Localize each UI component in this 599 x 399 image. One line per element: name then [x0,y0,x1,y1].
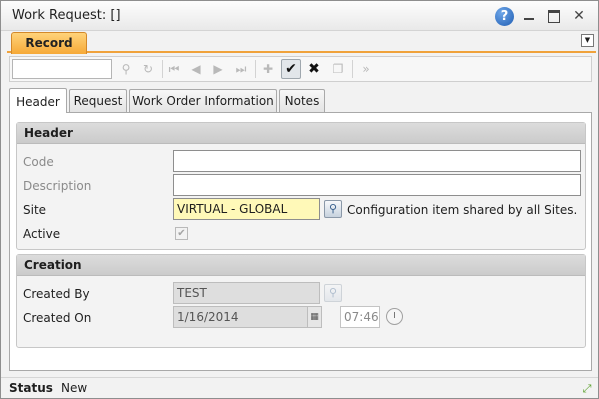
last-record-icon[interactable]: ⏭ [231,59,251,79]
calendar-icon: ▦ [307,307,321,327]
toolbar-separator [255,60,256,78]
work-request-window: Work Request: [] ? ✕ Record ▼ ⚲ ↻ ⏮ ◀ ▶ … [0,0,599,399]
active-label: Active [23,227,61,241]
chevron-down-icon[interactable]: ▼ [581,34,594,47]
status-bar: Status New ⤢ [1,377,598,398]
delete-x-icon[interactable]: ✖ [304,59,324,79]
title-bar: Work Request: [] ? ✕ [1,1,598,31]
save-check-icon[interactable]: ✔ [281,59,301,79]
created-on-label: Created On [23,311,92,325]
more-actions-icon[interactable]: » [356,59,376,79]
first-record-icon[interactable]: ⏮ [164,59,184,79]
tab-request[interactable]: Request [69,89,127,113]
status-label: Status [9,381,53,395]
site-note: Configuration item shared by all Sites. [347,203,578,217]
record-toolbar: ⚲ ↻ ⏮ ◀ ▶ ⏭ ✚ ✔ ✖ ❐ » [9,56,592,82]
next-record-icon[interactable]: ▶ [208,59,228,79]
created-by-field: TEST [173,282,320,304]
close-icon[interactable]: ✕ [570,7,588,25]
toolbar-separator [352,60,353,78]
created-on-date-field: 1/16/2014 [173,306,322,328]
code-field[interactable] [173,150,581,172]
expand-arrows-icon[interactable]: ⤢ [579,381,595,397]
tab-work-order-information[interactable]: Work Order Information [129,89,277,113]
window-title: Work Request: [] [12,8,121,23]
code-label: Code [23,155,54,169]
toolbar-separator [162,60,163,78]
record-tab[interactable]: Record [11,32,87,54]
tab-content-panel: Header Code Description Site VIRTUAL - G… [9,112,592,371]
tab-notes[interactable]: Notes [279,89,325,113]
previous-record-icon[interactable]: ◀ [186,59,206,79]
help-icon[interactable]: ? [495,7,514,26]
site-label: Site [23,203,47,217]
created-on-date-value: 1/16/2014 [177,310,239,324]
site-field[interactable]: VIRTUAL - GLOBAL [173,198,320,220]
active-checkbox: ✔ [175,227,188,240]
tab-header[interactable]: Header [9,88,67,113]
search-icon[interactable]: ⚲ [116,59,136,79]
record-tab-strip: Record ▼ [7,31,596,54]
created-on-time-field: 07:46 [340,306,380,328]
created-by-lookup-icon: ⚲ [324,284,342,302]
minimize-icon[interactable] [521,7,539,25]
created-by-label: Created By [23,287,90,301]
header-section: Header Code Description Site VIRTUAL - G… [16,122,586,250]
maximize-icon[interactable] [545,7,563,25]
record-search-input[interactable] [12,59,112,79]
creation-section: Creation Created By TEST ⚲ Created On 1/… [16,254,586,348]
clock-icon [386,308,403,325]
add-icon[interactable]: ✚ [258,59,278,79]
creation-section-title: Creation [17,255,585,276]
site-lookup-icon[interactable]: ⚲ [324,200,342,218]
refresh-icon[interactable]: ↻ [138,59,158,79]
description-label: Description [23,179,92,193]
copy-record-icon[interactable]: ❐ [328,59,348,79]
description-field[interactable] [173,174,581,196]
status-value: New [61,381,88,395]
header-section-title: Header [17,123,585,144]
